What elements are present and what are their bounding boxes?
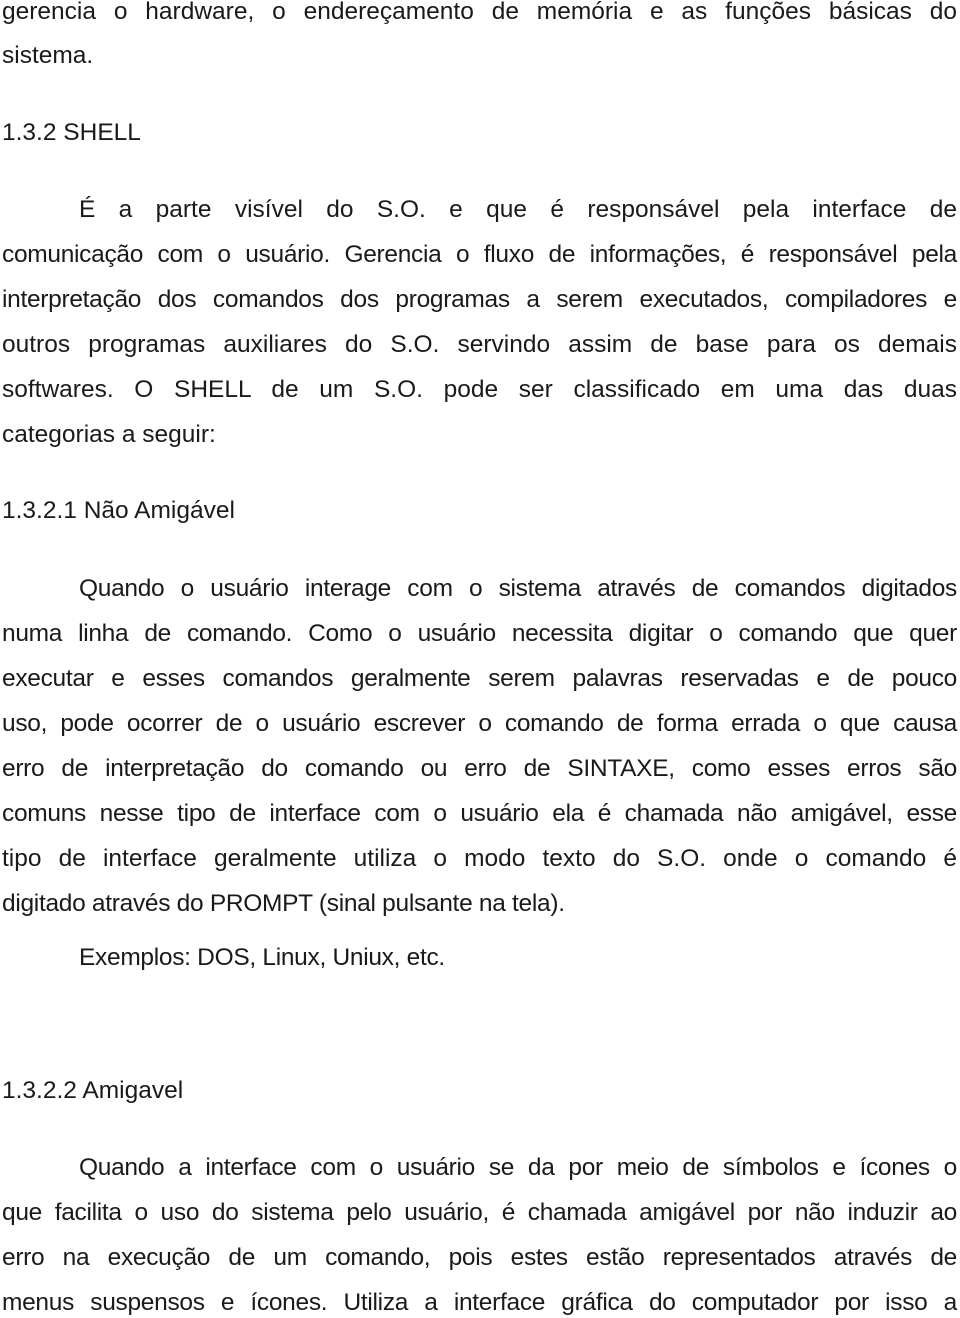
text-line: softwares. O SHELL de um S.O. pode ser c…: [2, 376, 957, 403]
text-line: categorias a seguir:: [2, 421, 216, 448]
text-line: sistema.: [2, 42, 94, 69]
text-line: numa linha de comando. Como o usuário ne…: [2, 620, 957, 647]
text-line: comunicação com o usuário. Gerencia o fl…: [2, 241, 957, 268]
section-heading-amigavel: 1.3.2.2 Amigavel: [2, 1077, 184, 1104]
section-heading-nao-amigavel: 1.3.2.1 Não Amigável: [2, 497, 235, 524]
text-line: interpretação dos comandos dos programas…: [2, 286, 957, 313]
text-line: erro na execução de um comando, pois est…: [2, 1244, 957, 1271]
text-line: menus suspensos e ícones. Utiliza a inte…: [2, 1289, 957, 1316]
text-line: tipo de interface geralmente utiliza o m…: [2, 845, 957, 872]
text-line: É a parte visível do S.O. e que é respon…: [79, 196, 957, 223]
text-line: digitado através do PROMPT (sinal pulsan…: [2, 890, 565, 917]
text-line: que facilita o uso do sistema pelo usuár…: [2, 1199, 957, 1226]
text-line: comuns nesse tipo de interface com o usu…: [2, 800, 957, 827]
text-line: uso, pode ocorrer de o usuário escrever …: [2, 710, 957, 737]
examples-line: Exemplos: DOS, Linux, Uniux, etc.: [79, 944, 445, 971]
text-line: Quando o usuário interage com o sistema …: [79, 575, 957, 602]
text-line: erro de interpretação do comando ou erro…: [2, 755, 957, 782]
text-line: outros programas auxiliares do S.O. serv…: [2, 331, 957, 358]
text-line: gerencia o hardware, o endereçamento de …: [2, 0, 957, 25]
section-heading-shell: 1.3.2 SHELL: [2, 119, 141, 146]
text-line: Quando a interface com o usuário se da p…: [79, 1154, 957, 1181]
text-line: executar e esses comandos geralmente ser…: [2, 665, 957, 692]
